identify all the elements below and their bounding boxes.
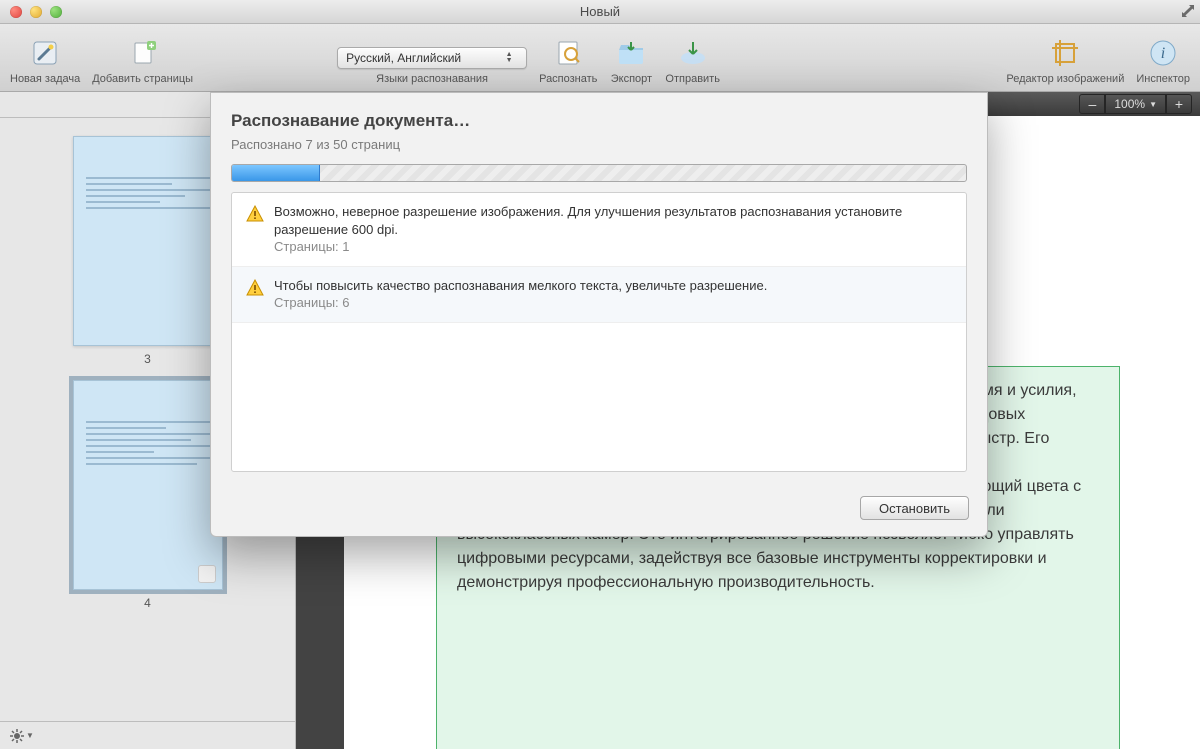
zoom-out-button[interactable]: –: [1079, 94, 1105, 114]
warning-row[interactable]: Возможно, неверное разрешение изображени…: [232, 193, 966, 267]
warning-pages: Страницы: 6: [274, 294, 767, 312]
thumbnail-number: 4: [144, 596, 151, 610]
add-page-icon: [121, 35, 165, 71]
new-task-button[interactable]: Новая задача: [10, 35, 80, 85]
send-icon: [671, 35, 715, 71]
add-pages-button[interactable]: Добавить страницы: [92, 35, 193, 85]
gear-icon[interactable]: ▼: [10, 729, 34, 743]
window-title: Новый: [0, 4, 1200, 19]
titlebar: Новый: [0, 0, 1200, 24]
recognize-label: Распознать: [539, 73, 597, 85]
warning-text: Возможно, неверное разрешение изображени…: [274, 203, 952, 238]
sidebar-footer: ▼: [0, 721, 295, 749]
ocr-icon: [546, 35, 590, 71]
export-button[interactable]: Экспорт: [609, 35, 653, 85]
progress-sheet: Распознавание документа… Распознано 7 из…: [210, 92, 988, 537]
sheet-subtitle: Распознано 7 из 50 страниц: [231, 137, 967, 152]
chevron-down-icon: ▼: [1149, 100, 1157, 109]
inspector-label: Инспектор: [1136, 73, 1190, 85]
language-select[interactable]: Русский, Английский ▲▼: [337, 47, 527, 69]
thumbnail-page[interactable]: [73, 136, 223, 346]
progress-fill: [232, 165, 320, 181]
wand-icon: [23, 35, 67, 71]
warning-list[interactable]: Возможно, неверное разрешение изображени…: [231, 192, 967, 472]
inspector-button[interactable]: i Инспектор: [1136, 35, 1190, 85]
updown-icon: ▲▼: [500, 52, 518, 64]
toolbar: Новая задача Добавить страницы Русский, …: [0, 24, 1200, 92]
export-label: Экспорт: [611, 73, 652, 85]
language-label: Языки распознавания: [376, 73, 488, 85]
image-editor-button[interactable]: Редактор изображений: [1006, 35, 1124, 85]
info-icon: i: [1141, 35, 1185, 71]
language-value: Русский, Английский: [346, 51, 461, 65]
stop-button[interactable]: Остановить: [860, 496, 969, 520]
thumbnail-badge-icon: [198, 565, 216, 583]
progress-bar: [231, 164, 967, 182]
warning-pages: Страницы: 1: [274, 238, 952, 256]
add-pages-label: Добавить страницы: [92, 73, 193, 85]
zoom-controls: – 100% ▼ +: [1079, 94, 1192, 114]
zoom-level-dropdown[interactable]: 100% ▼: [1105, 94, 1166, 114]
warning-icon: [246, 205, 264, 223]
warning-text: Чтобы повысить качество распознавания ме…: [274, 277, 767, 295]
send-label: Отправить: [665, 73, 720, 85]
warning-icon: [246, 279, 264, 297]
fullscreen-icon[interactable]: [1180, 3, 1196, 19]
new-task-label: Новая задача: [10, 73, 80, 85]
thumbnail[interactable]: 3: [73, 136, 223, 366]
warning-row[interactable]: Чтобы повысить качество распознавания ме…: [232, 267, 966, 323]
zoom-level-label: 100%: [1114, 97, 1145, 111]
sheet-title: Распознавание документа…: [231, 111, 967, 131]
thumbnail[interactable]: 4: [73, 380, 223, 610]
folder-export-icon: [609, 35, 653, 71]
thumbnail-number: 3: [144, 352, 151, 366]
zoom-in-button[interactable]: +: [1166, 94, 1192, 114]
image-editor-label: Редактор изображений: [1006, 73, 1124, 85]
svg-text:i: i: [1161, 45, 1165, 62]
thumbnail-page-selected[interactable]: [73, 380, 223, 590]
crop-icon: [1043, 35, 1087, 71]
recognize-button[interactable]: Распознать: [539, 35, 597, 85]
send-button[interactable]: Отправить: [665, 35, 720, 85]
language-group: Русский, Английский ▲▼ Языки распознаван…: [337, 47, 527, 85]
